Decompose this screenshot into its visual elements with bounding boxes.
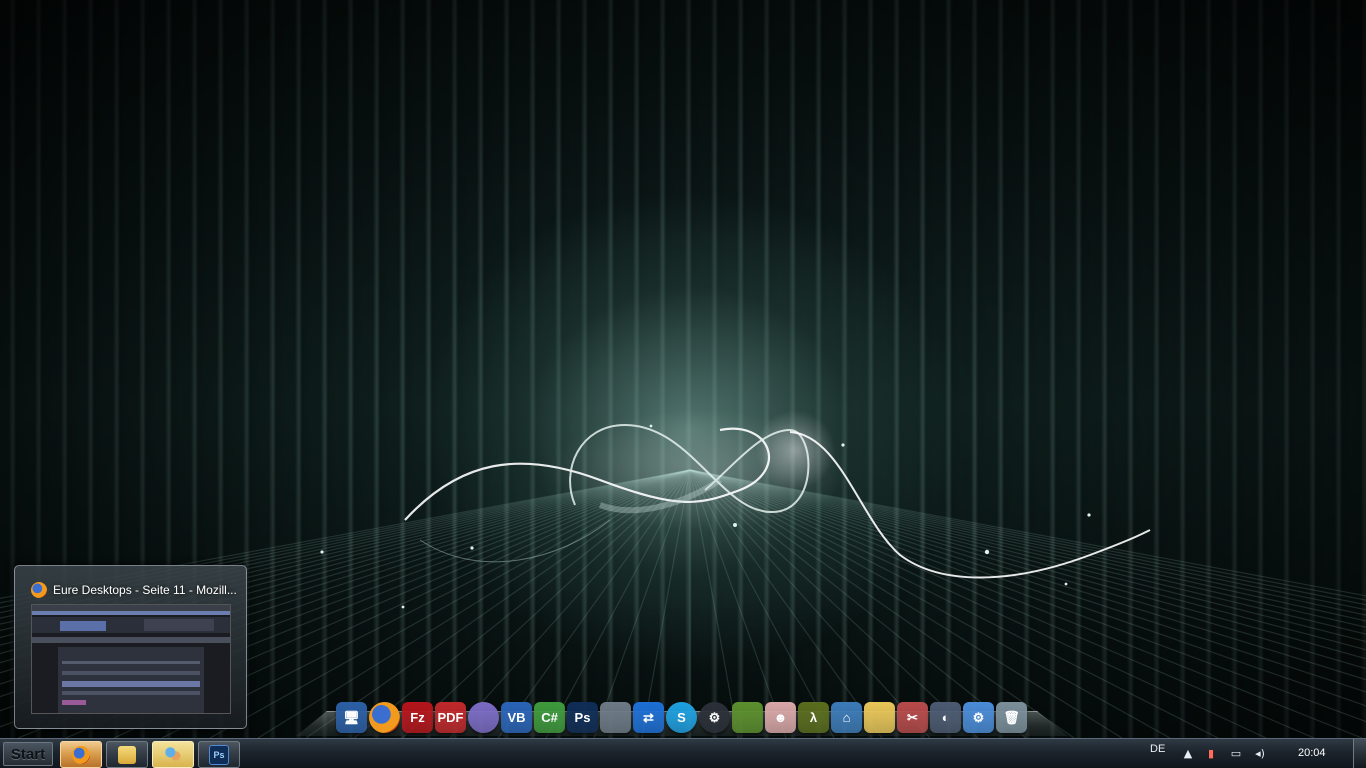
csharp-icon[interactable]: C# [534, 702, 565, 733]
taskbar-button-contacts[interactable] [152, 741, 194, 768]
rocketdock-icon[interactable]: ◐ [930, 702, 961, 733]
photoshop-icon: Ps [209, 744, 229, 765]
firefox-icon[interactable] [369, 702, 400, 733]
taskbar-button-firefox[interactable] [60, 741, 102, 768]
thumbnail-header: Eure Desktops - Seite 11 - Mozill... [31, 581, 237, 599]
taskbar-thumbnail-preview[interactable]: Eure Desktops - Seite 11 - Mozill... [14, 565, 247, 729]
taskbar-button-photoshop[interactable]: Ps [198, 741, 240, 768]
taskbar: Start Ps DE ▲ ▮ ▭ ◂) 20:04 [0, 738, 1366, 768]
thumbnail-window-preview[interactable] [31, 604, 231, 714]
recycle-bin-icon[interactable]: 🗑 [996, 702, 1027, 733]
firefox-icon [31, 582, 47, 598]
power-icon[interactable]: ▮ [1205, 748, 1217, 760]
volume-icon[interactable]: ◂) [1254, 748, 1266, 760]
java-icon[interactable]: λ [798, 702, 829, 733]
tools-icon[interactable]: ✂ [897, 702, 928, 733]
dock: 🖥 Fz PDF VB C# Ps ⇄ S ⚙ ☻ λ ⌂ ✂ ◐ ⚙ 🗑 [296, 697, 1068, 737]
folder-icon [118, 745, 136, 764]
teamviewer-icon[interactable]: ⇄ [633, 702, 664, 733]
eclipse-icon[interactable] [468, 702, 499, 733]
binding-of-isaac-icon[interactable]: ☻ [765, 702, 796, 733]
network-icon[interactable]: ▭ [1230, 748, 1242, 760]
thumbnail-title: Eure Desktops - Seite 11 - Mozill... [53, 583, 237, 597]
language-indicator[interactable]: DE [1150, 743, 1165, 755]
network-icon[interactable]: ⌂ [831, 702, 862, 733]
dock-icon-row: 🖥 Fz PDF VB C# Ps ⇄ S ⚙ ☻ λ ⌂ ✂ ◐ ⚙ 🗑 [336, 697, 1027, 733]
settings-gear-icon[interactable]: ⚙ [963, 702, 994, 733]
firefox-icon [72, 745, 90, 764]
virtualbox-icon[interactable] [600, 702, 631, 733]
steam-icon[interactable]: ⚙ [699, 702, 730, 733]
start-button[interactable]: Start [3, 742, 53, 766]
minecraft-icon[interactable] [732, 702, 763, 733]
visual-basic-icon[interactable]: VB [501, 702, 532, 733]
contacts-icon [164, 745, 182, 764]
filezilla-icon[interactable]: Fz [402, 702, 433, 733]
taskbar-button-explorer[interactable] [106, 741, 148, 768]
pdf-icon[interactable]: PDF [435, 702, 466, 733]
folder-icon[interactable] [864, 702, 895, 733]
show-desktop-button[interactable] [1353, 739, 1366, 768]
skype-icon[interactable]: S [666, 702, 697, 733]
photoshop-icon[interactable]: Ps [567, 702, 598, 733]
computer-icon[interactable]: 🖥 [336, 702, 367, 733]
clock[interactable]: 20:04 [1298, 747, 1326, 759]
show-hidden-icons-icon[interactable]: ▲ [1182, 748, 1194, 760]
desktop-wallpaper: 🖥 Fz PDF VB C# Ps ⇄ S ⚙ ☻ λ ⌂ ✂ ◐ ⚙ 🗑 Eure Desktops - S… [0, 0, 1366, 738]
